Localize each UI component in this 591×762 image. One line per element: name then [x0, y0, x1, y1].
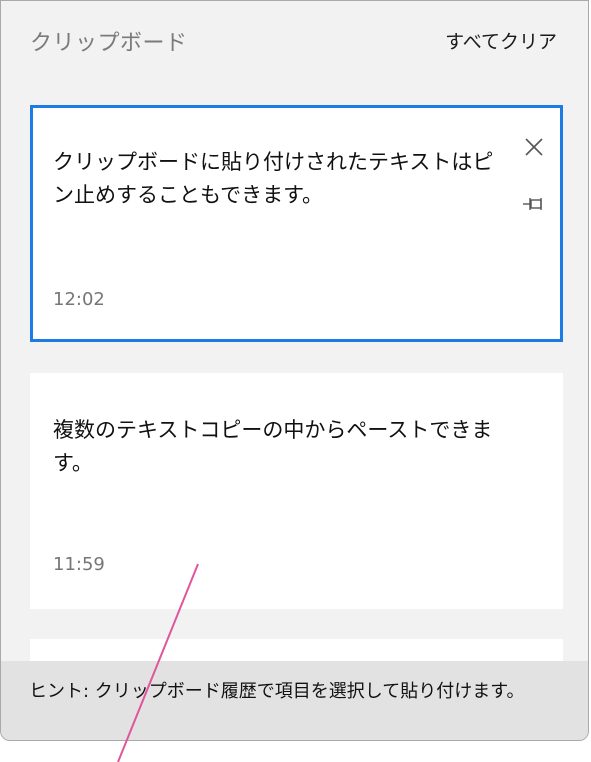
clear-all-button[interactable]: すべてクリア	[445, 27, 557, 54]
hint-text: ヒント: クリップボード履歴で項目を選択して貼り付けます。	[29, 681, 525, 702]
close-icon[interactable]	[522, 135, 546, 159]
clipboard-item[interactable]: クリップボードに貼り付けされたテキストはピン止めすることもできます。 12:02	[30, 105, 563, 342]
clipboard-item-text: 複数のテキストコピーの中からペーストできます。	[53, 418, 493, 475]
panel-title: クリップボード	[30, 31, 188, 56]
clipboard-history-panel: クリップボード すべてクリア クリップボードに貼り付けされたテキストはピン止めす…	[0, 0, 589, 741]
clipboard-item-text: クリップボードに貼り付けされたテキストはピン止めすることもできます。	[53, 150, 494, 207]
clipboard-item-time: 12:02	[53, 289, 105, 310]
hint-bar: ヒント: クリップボード履歴で項目を選択して貼り付けます。	[1, 661, 588, 740]
clipboard-item-time: 11:59	[53, 554, 105, 575]
pin-icon[interactable]	[522, 192, 546, 216]
clipboard-item[interactable]: 複数のテキストコピーの中からペーストできます。 11:59	[30, 373, 563, 609]
